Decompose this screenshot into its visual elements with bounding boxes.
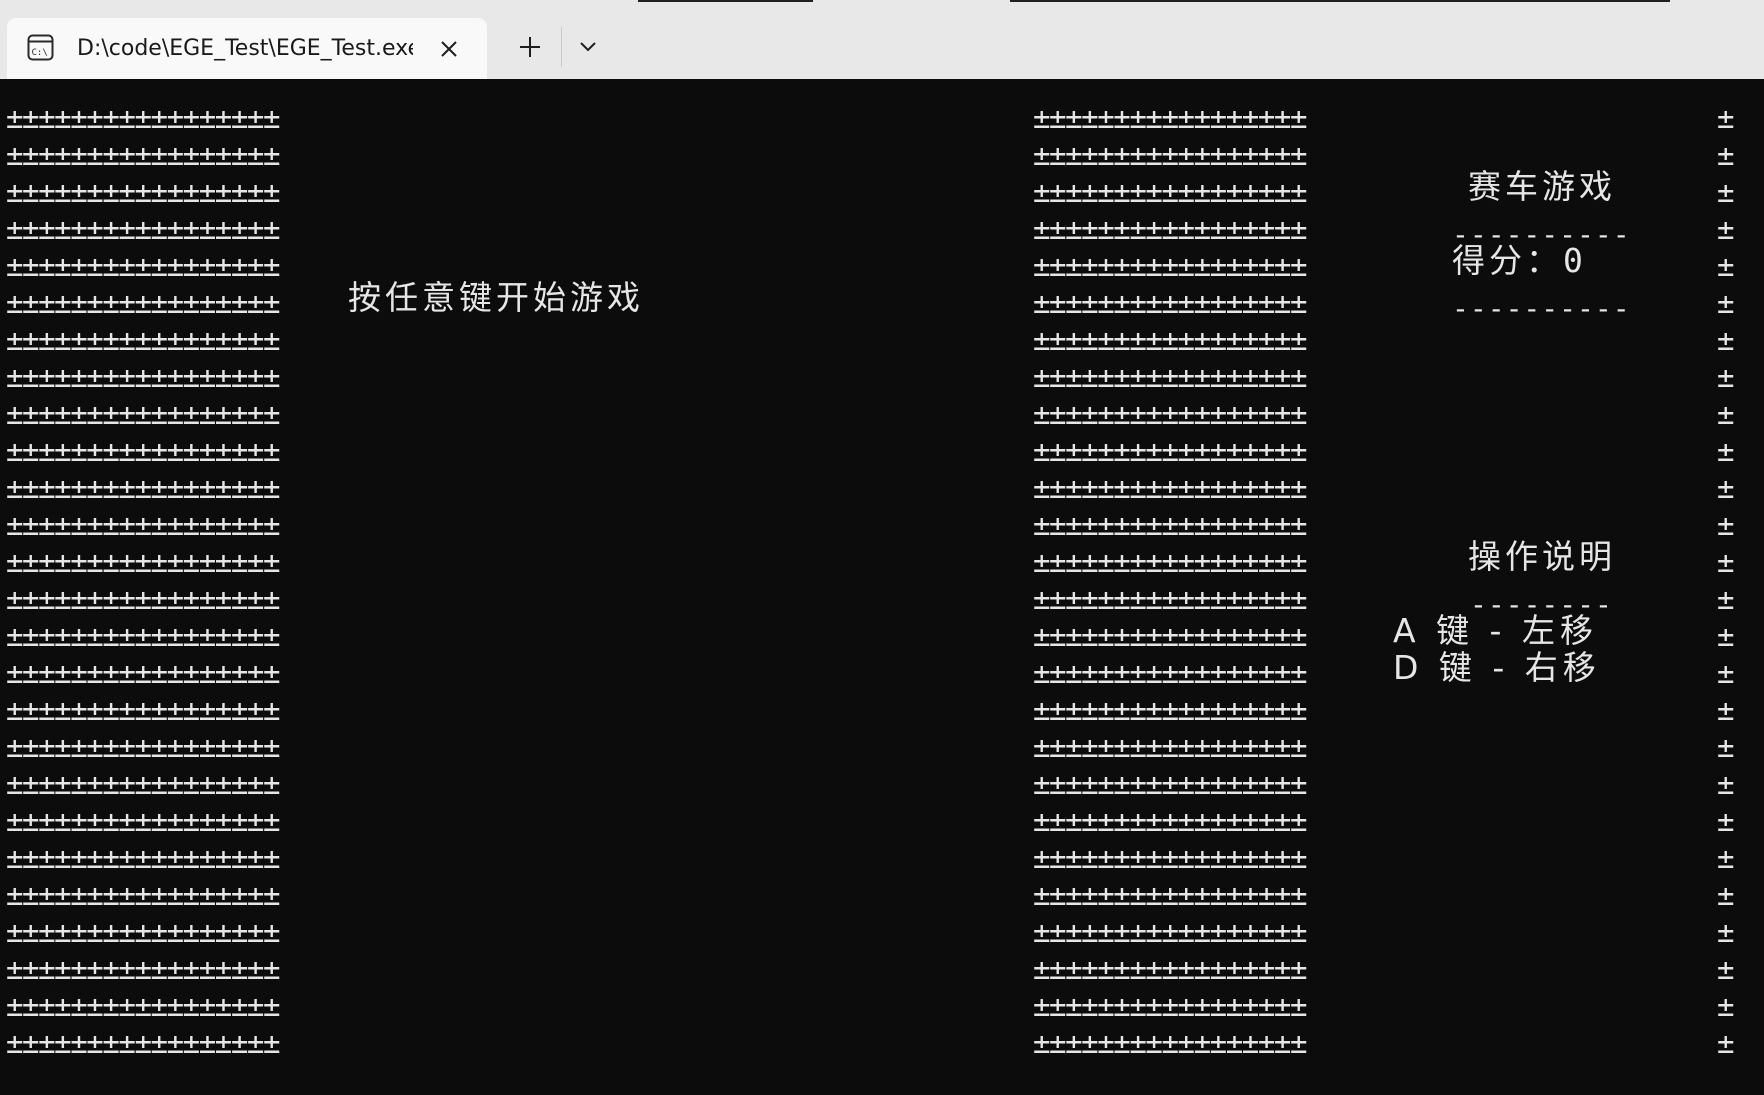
tab-title: D:\code\EGE_Test\EGE_Test.exe: [77, 36, 413, 61]
chevron-down-icon[interactable]: [570, 27, 606, 67]
start-prompt: 按任意键开始游戏: [348, 278, 644, 317]
tab-bar: C:\ D:\code\EGE_Test\EGE_Test.exe: [0, 0, 1764, 79]
terminal-window: C:\ D:\code\EGE_Test\EGE_Test.exe ±±±±±±…: [0, 0, 1764, 1095]
tab-active[interactable]: C:\ D:\code\EGE_Test\EGE_Test.exe: [7, 18, 487, 79]
game-title: 赛车游戏: [1468, 167, 1616, 206]
key-a-help: A 键 - 左移: [1393, 611, 1598, 650]
score-display: 得分：0: [1452, 242, 1583, 279]
score-divider-bottom: ----------: [1452, 292, 1631, 325]
plus-icon[interactable]: [510, 27, 550, 67]
help-title: 操作说明: [1468, 537, 1616, 576]
tabbar-accent-line-right: [1010, 0, 1670, 2]
tab-separator: [561, 27, 562, 67]
left-road-wall: ±±±±±±±±±±±±±±±±± ±±±±±±±±±±±±±±±±± ±±±±…: [6, 101, 280, 1060]
right-border-column: ± ± ± ± ± ± ± ± ± ± ± ± ± ± ± ± ± ± ± ± …: [1717, 101, 1735, 1060]
score-label: 得分：: [1452, 241, 1563, 280]
right-road-wall: ±±±±±±±±±±±±±±±±± ±±±±±±±±±±±±±±±±± ±±±±…: [1033, 101, 1307, 1060]
score-value: 0: [1563, 241, 1583, 280]
tabbar-accent-line: [638, 0, 813, 2]
key-d-help: D 键 - 右移: [1393, 648, 1601, 687]
console-output[interactable]: ±±±±±±±±±±±±±±±±± ±±±±±±±±±±±±±±±±± ±±±±…: [0, 79, 1764, 1095]
close-icon[interactable]: [432, 32, 466, 66]
svg-text:C:\: C:\: [32, 48, 48, 58]
console-icon: C:\: [27, 34, 54, 61]
